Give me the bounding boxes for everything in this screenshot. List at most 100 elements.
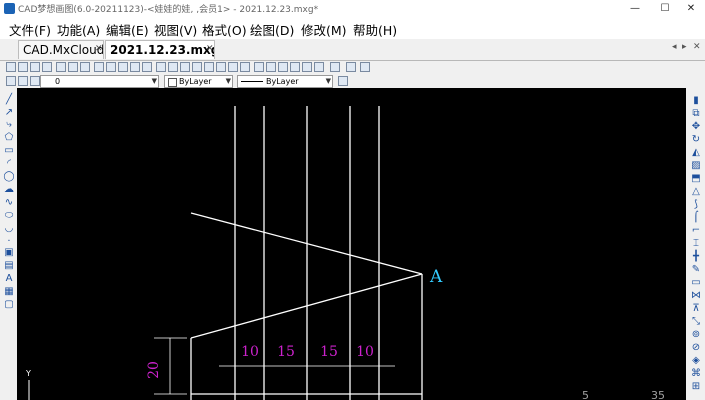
spline-tool-icon[interactable]: ∿ [3,197,15,208]
color-dropdown[interactable]: ByLayer ▼ [164,75,233,88]
menu-draw[interactable]: 绘图(D) [250,20,294,39]
menu-format[interactable]: 格式(O) [202,20,247,39]
polyline-tool-icon[interactable]: ⤷ [3,119,15,130]
save-icon[interactable] [30,62,40,72]
circle-tool-icon[interactable]: ◯ [3,171,15,182]
array-tool-icon[interactable]: △ [690,186,702,197]
layer-dropdown[interactable]: 0 ▼ [40,75,159,88]
measure-tool-icon[interactable]: ⊘ [690,342,702,353]
menu-edit[interactable]: 编辑(E) [106,20,149,39]
stretch-tool-icon[interactable]: ⬒ [690,173,702,184]
move-tool-icon[interactable]: ✥ [690,121,702,132]
explode-tool-icon[interactable]: ✎ [690,264,702,275]
match-properties-icon[interactable] [216,62,226,72]
zoom-previous-icon[interactable] [142,62,152,72]
maximize-button[interactable]: ☐ [651,1,679,16]
regen-icon[interactable] [168,62,178,72]
break-tool-icon[interactable]: ⌶ [690,238,702,249]
arc-tool-icon[interactable]: ◜ [3,158,15,169]
point-tool-icon[interactable]: · [3,236,15,247]
hatch-tool-icon[interactable]: ▤ [3,260,15,271]
zoom-window-icon[interactable] [118,62,128,72]
rotate-tool-icon[interactable]: ↻ [690,134,702,145]
block-icon[interactable] [266,62,276,72]
redo-icon[interactable] [314,62,324,72]
help-icon[interactable] [330,62,340,72]
chevron-down-icon: ▼ [325,77,331,85]
settings-icon[interactable] [290,62,300,72]
grid-icon[interactable] [192,62,202,72]
zoom-in-icon[interactable] [94,62,104,72]
menu-modify[interactable]: 修改(M) [301,20,347,39]
copy-icon[interactable] [68,62,78,72]
pedit-tool-icon[interactable]: ⊚ [690,329,702,340]
drawing-canvas[interactable]: 10 15 15 10 20 A Y 5 35 [17,88,686,400]
paste-icon[interactable] [80,62,90,72]
image-icon[interactable] [278,62,288,72]
copy-tool-icon[interactable]: ⧉ [690,108,702,119]
open-file-icon[interactable] [18,62,28,72]
tab-next-icon[interactable]: ▸ [682,42,687,52]
close-button[interactable]: ✕ [677,1,705,16]
divide-tool-icon[interactable]: ⤡ [690,316,702,327]
region-tool-icon[interactable]: ▢ [3,299,15,310]
undo-icon[interactable] [302,62,312,72]
offset-tool-icon[interactable]: ⟆ [690,199,702,210]
menu-function[interactable]: 功能(A) [57,20,100,39]
menu-view[interactable]: 视图(V) [154,20,197,39]
revcloud-tool-icon[interactable]: ☁ [3,184,15,195]
align-tool-icon[interactable]: ⊞ [690,381,702,392]
zoom-extents-icon[interactable] [130,62,140,72]
move-icon[interactable] [180,62,190,72]
polygon-tool-icon[interactable]: ⬠ [3,132,15,143]
tab-close-icon[interactable]: ✕ [206,44,214,54]
layer-manager-icon[interactable] [228,62,238,72]
cut-icon[interactable] [56,62,66,72]
table-tool-icon[interactable]: ▦ [3,286,15,297]
layer-icon[interactable] [6,76,16,86]
mirror-tool-icon[interactable]: ◭ [690,147,702,158]
tab-close-all-icon[interactable]: ✕ [693,42,701,52]
tab-prev-icon[interactable]: ◂ [672,42,677,52]
construction-line-icon[interactable]: ↗ [3,107,15,118]
properties-toolbar: 0 ▼ ByLayer ▼ ByLayer ▼ [0,75,705,89]
zoom-out-icon[interactable] [106,62,116,72]
chamfer-tool-icon[interactable]: ▭ [690,277,702,288]
linetype-dropdown[interactable]: ByLayer ▼ [237,75,333,88]
measure-icon[interactable] [204,62,214,72]
menu-help[interactable]: 帮助(H) [353,20,397,39]
print-icon[interactable] [42,62,52,72]
layer-freeze-icon[interactable] [30,76,40,86]
line-tool-icon[interactable]: ╱ [3,94,15,105]
menu-file[interactable]: 文件(F) [9,20,51,39]
trim-tool-icon[interactable]: ⌠ [690,212,702,223]
about-icon[interactable] [360,62,370,72]
properties-tool-icon[interactable]: ◈ [690,355,702,366]
minimize-button[interactable]: — [621,1,649,16]
pdf-export-icon[interactable] [346,62,356,72]
tab-close-icon[interactable]: ✕ [95,44,103,54]
lengthen-tool-icon[interactable]: ⊼ [690,303,702,314]
tab-2021-12-23[interactable]: 2021.12.23.mxg* [105,40,215,59]
brush-icon[interactable] [338,76,348,86]
ellipse-tool-icon[interactable]: ⬭ [3,210,15,221]
drawing-geometry [190,106,423,400]
hatch-edit-tool-icon[interactable]: ⌘ [690,368,702,379]
insert-block-icon[interactable]: ▣ [3,247,15,258]
join-tool-icon[interactable]: ╋ [690,251,702,262]
tab-cad-mxcloud[interactable]: CAD.MxCloud [18,40,104,59]
ellipse-arc-tool-icon[interactable]: ◡ [3,223,15,234]
rectangle-tool-icon[interactable]: ▭ [3,145,15,156]
draw-toolbar: ╱ ↗ ⤷ ⬠ ▭ ◜ ◯ ☁ ∿ ⬭ ◡ · ▣ ▤ A ▦ ▢ [0,88,17,400]
fillet-tool-icon[interactable]: ⋈ [690,290,702,301]
text-tool-icon[interactable]: A [3,273,15,284]
text-style-icon[interactable] [240,62,250,72]
new-file-icon[interactable] [6,62,16,72]
pan-icon[interactable] [156,62,166,72]
scale-tool-icon[interactable]: ▨ [690,160,702,171]
erase-tool-icon[interactable]: ▮ [690,95,702,106]
dimension-style-icon[interactable] [254,62,264,72]
extend-tool-icon[interactable]: ⌐ [690,225,702,236]
layer-on-icon[interactable] [18,76,28,86]
linetype-value: ByLayer [266,77,299,86]
